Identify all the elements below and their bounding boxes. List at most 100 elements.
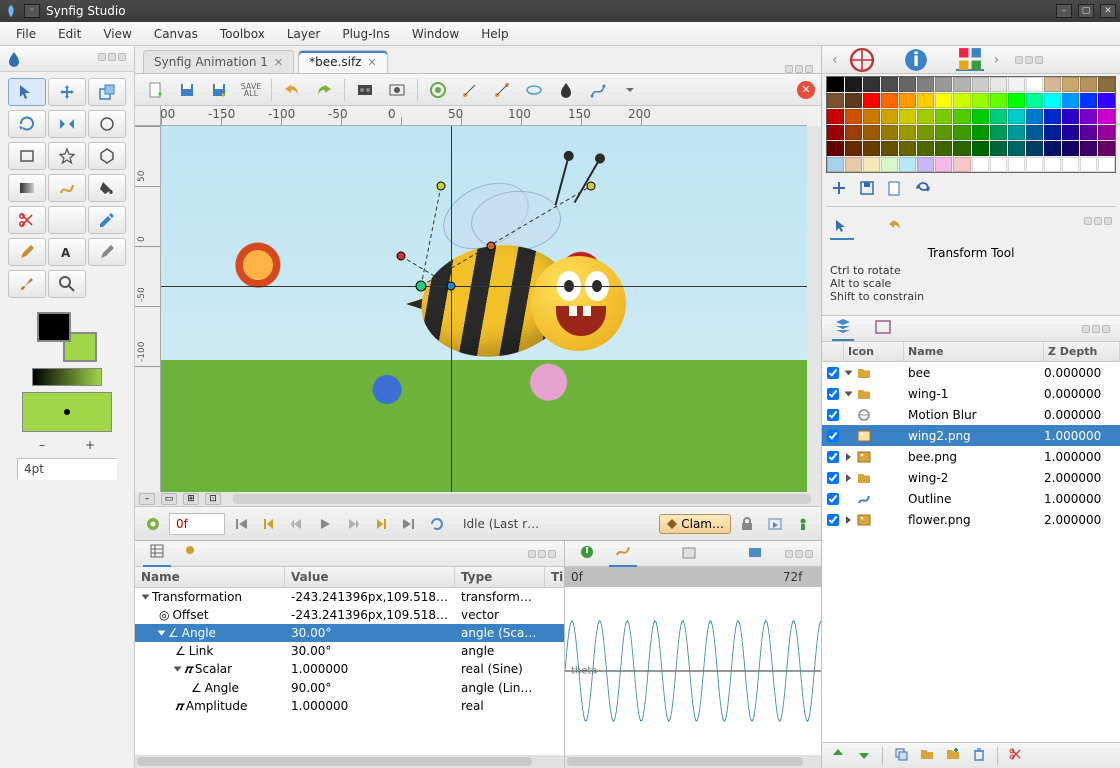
tool-zoom[interactable] xyxy=(48,270,86,298)
palette-swatch[interactable] xyxy=(1062,109,1079,124)
seek-start-button[interactable] xyxy=(229,513,253,535)
tool-cut[interactable] xyxy=(8,206,46,234)
keyframe-past-button[interactable] xyxy=(763,513,787,535)
layer-new-button[interactable] xyxy=(945,746,961,765)
param-row[interactable]: ∠Angle30.00°angle (Scale… xyxy=(135,624,564,642)
param-row[interactable]: ◎Offset-243.241396px,109.51838…vector xyxy=(135,606,564,624)
tool-mirror[interactable] xyxy=(48,110,86,138)
tab-synfig-animation-1[interactable]: Synfig Animation 1✕ xyxy=(143,50,294,73)
palette-swatch[interactable] xyxy=(899,93,916,108)
palette-swatch[interactable] xyxy=(1080,157,1097,172)
layer-lower-button[interactable] xyxy=(856,746,872,765)
clamp-button[interactable]: Clam… xyxy=(659,514,731,534)
toolbar-overflow-button[interactable] xyxy=(616,77,644,103)
layers-col-zdepth[interactable]: Z Depth xyxy=(1044,342,1120,361)
tool-width[interactable] xyxy=(48,206,86,234)
curves-tab[interactable] xyxy=(609,540,637,567)
palette-swatch[interactable] xyxy=(1044,125,1061,140)
seek-next-key-button[interactable] xyxy=(369,513,393,535)
palette-swatch[interactable] xyxy=(1026,93,1043,108)
palette-swatch[interactable] xyxy=(1044,157,1061,172)
palette-swatch[interactable] xyxy=(953,109,970,124)
layer-raise-button[interactable] xyxy=(830,746,846,765)
palette-swatch[interactable] xyxy=(1062,141,1079,156)
palette-add-button[interactable] xyxy=(830,179,848,200)
seek-next-frame-button[interactable] xyxy=(341,513,365,535)
tool-scale[interactable] xyxy=(88,78,126,106)
palette-swatch[interactable] xyxy=(990,93,1007,108)
palette-swatch[interactable] xyxy=(935,141,952,156)
palette-swatch[interactable] xyxy=(1044,109,1061,124)
layer-delete-button[interactable] xyxy=(971,746,987,765)
palette-swatch[interactable] xyxy=(899,109,916,124)
palette-swatch[interactable] xyxy=(990,157,1007,172)
palette-swatch[interactable] xyxy=(1026,141,1043,156)
palette-swatch[interactable] xyxy=(1062,77,1079,92)
palette-swatch[interactable] xyxy=(953,93,970,108)
save-all-button[interactable]: SAVE ALL xyxy=(237,77,265,103)
frame-input[interactable] xyxy=(169,513,225,535)
palette-swatch[interactable] xyxy=(990,141,1007,156)
layer-row[interactable]: Outline1.000000 xyxy=(822,488,1120,509)
ruler-horizontal[interactable] xyxy=(161,106,807,126)
palette-tab[interactable] xyxy=(956,49,984,71)
tool-text[interactable]: A xyxy=(48,238,86,266)
palette-swatch[interactable] xyxy=(1044,77,1061,92)
palette-swatch[interactable] xyxy=(1026,157,1043,172)
dock-grip[interactable] xyxy=(785,65,813,73)
info-tab[interactable]: i xyxy=(902,49,930,71)
layer-visibility-checkbox[interactable] xyxy=(827,451,839,463)
palette-swatch[interactable] xyxy=(1098,157,1115,172)
palette-swatch[interactable] xyxy=(827,141,844,156)
layer-duplicate-button[interactable] xyxy=(893,746,909,765)
palette-swatch[interactable] xyxy=(899,141,916,156)
menu-window[interactable]: Window xyxy=(402,25,469,43)
tool-sketch[interactable] xyxy=(88,238,126,266)
show-handles-button[interactable] xyxy=(456,77,484,103)
palette-swatch[interactable] xyxy=(845,157,862,172)
tool-history-tab[interactable] xyxy=(884,217,908,240)
palette-swatch[interactable] xyxy=(827,77,844,92)
increase-button[interactable]: + xyxy=(85,438,95,452)
tab-close-icon[interactable]: ✕ xyxy=(274,56,283,69)
layer-group-button[interactable] xyxy=(919,746,935,765)
palette-swatch[interactable] xyxy=(899,77,916,92)
render-button[interactable] xyxy=(351,77,379,103)
tool-polygon[interactable] xyxy=(88,142,126,170)
palette-swatch[interactable] xyxy=(1026,77,1043,92)
palette-swatch[interactable] xyxy=(845,77,862,92)
palette-swatch[interactable] xyxy=(881,77,898,92)
palette-swatch[interactable] xyxy=(990,109,1007,124)
palette-swatch[interactable] xyxy=(863,141,880,156)
palette-swatch[interactable] xyxy=(917,125,934,140)
palette-swatch[interactable] xyxy=(953,141,970,156)
tool-gradient[interactable] xyxy=(8,174,46,202)
palette-swatch[interactable] xyxy=(935,77,952,92)
tool-fill[interactable] xyxy=(88,174,126,202)
palette-refresh-button[interactable] xyxy=(914,179,932,200)
dock-grip[interactable] xyxy=(1015,56,1043,64)
palette-swatch[interactable] xyxy=(917,77,934,92)
track-ruler[interactable]: 0f72f xyxy=(565,567,821,587)
dock-grip[interactable] xyxy=(528,550,556,558)
palette-swatch[interactable] xyxy=(1044,141,1061,156)
animation-mode-button[interactable] xyxy=(141,513,165,535)
palette-swatch[interactable] xyxy=(827,93,844,108)
palette-swatch[interactable] xyxy=(953,157,970,172)
zoom-fit-button[interactable]: ▭ xyxy=(161,493,177,505)
param-row[interactable]: ∠Link30.00°angle xyxy=(135,642,564,660)
menu-plugins[interactable]: Plug-Ins xyxy=(332,25,400,43)
decrease-button[interactable]: – xyxy=(39,438,45,452)
navigator-tab[interactable] xyxy=(848,49,876,71)
palette-swatch[interactable] xyxy=(972,77,989,92)
palette-swatch[interactable] xyxy=(1098,109,1115,124)
tool-smooth-move[interactable] xyxy=(48,78,86,106)
palette-swatch[interactable] xyxy=(935,109,952,124)
history-tab[interactable] xyxy=(675,541,703,566)
palette-swatch[interactable] xyxy=(899,157,916,172)
params-col-value[interactable]: Value xyxy=(285,567,455,587)
layer-row[interactable]: wing2.png1.000000 xyxy=(822,425,1120,446)
palette-swatch[interactable] xyxy=(1098,125,1115,140)
layer-visibility-checkbox[interactable] xyxy=(827,514,839,526)
stroke-width-input[interactable] xyxy=(17,458,117,480)
